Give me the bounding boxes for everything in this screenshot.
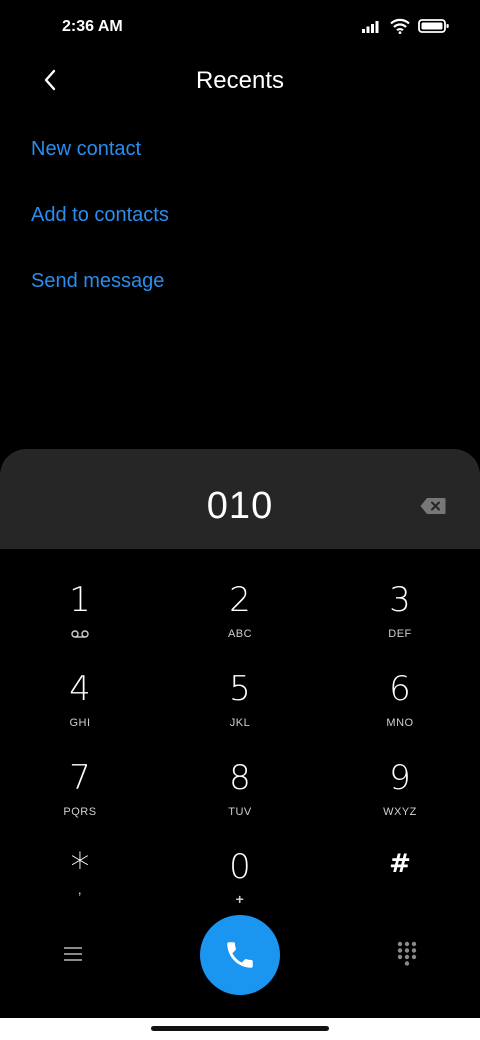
system-nav-bar — [0, 1018, 480, 1040]
status-icons — [362, 18, 450, 34]
key-letters: JKL — [229, 717, 251, 729]
key-4[interactable]: 4 GHI — [0, 667, 160, 755]
key-5[interactable]: 5 JKL — [160, 667, 320, 755]
key-letters: WXYZ — [383, 806, 417, 818]
key-9[interactable]: 9 WXYZ — [320, 756, 480, 844]
add-to-contacts-link[interactable]: Add to contacts — [31, 204, 169, 227]
key-2[interactable]: 2 ABC — [160, 578, 320, 666]
key-letters: GHI — [69, 717, 91, 729]
key-3[interactable]: 3 DEF — [320, 578, 480, 666]
new-contact-link[interactable]: New contact — [31, 138, 141, 161]
send-message-link[interactable]: Send message — [31, 270, 164, 293]
status-time: 2:36 AM — [62, 18, 123, 35]
key-digit: 4 — [69, 669, 91, 709]
key-digit: 7 — [69, 758, 91, 798]
dialpad-bottom-row — [0, 911, 480, 1001]
menu-button[interactable] — [62, 945, 84, 963]
wifi-icon — [390, 18, 410, 34]
dialpad-toggle-button[interactable] — [397, 941, 417, 967]
key-digit: # — [389, 849, 411, 879]
key-8[interactable]: 8 TUV — [160, 756, 320, 844]
key-letters: , — [77, 881, 83, 897]
status-bar: 2:36 AM — [0, 0, 480, 56]
home-indicator[interactable] — [151, 1026, 329, 1031]
key-1[interactable]: 1 — [0, 578, 160, 666]
header: Recents — [0, 56, 480, 106]
key-letters: TUV — [228, 806, 252, 818]
key-digit: 5 — [229, 669, 251, 709]
key-6[interactable]: 6 MNO — [320, 667, 480, 755]
dialpad-panel: 010 1 2 ABC 3 DEF 4 GHI 5 JKL 6 MNO 7 PQ… — [0, 449, 480, 1018]
key-digit: 0 — [229, 847, 251, 887]
menu-icon — [64, 947, 82, 961]
key-letters: DEF — [388, 628, 412, 640]
signal-icon — [362, 21, 379, 33]
dialpad-icon — [397, 941, 417, 966]
key-digit: 8 — [229, 758, 251, 798]
voicemail-icon — [71, 630, 89, 638]
key-digit: 9 — [389, 758, 411, 798]
number-bar: 010 — [0, 449, 480, 549]
phone-icon — [227, 942, 253, 968]
key-digit: 3 — [389, 580, 411, 620]
call-button[interactable] — [200, 915, 280, 995]
key-letters: + — [235, 891, 245, 907]
dialed-number: 010 — [206, 485, 274, 527]
key-7[interactable]: 7 PQRS — [0, 756, 160, 844]
key-digit: 6 — [389, 669, 411, 709]
key-digit: 1 — [69, 580, 91, 620]
backspace-button[interactable] — [420, 497, 446, 515]
backspace-icon — [420, 498, 446, 514]
key-letters: PQRS — [63, 806, 97, 818]
key-digit: 2 — [229, 580, 251, 620]
key-letters: MNO — [386, 717, 414, 729]
page-title: Recents — [195, 67, 285, 94]
key-letters: ABC — [227, 628, 253, 640]
battery-icon — [418, 19, 449, 33]
